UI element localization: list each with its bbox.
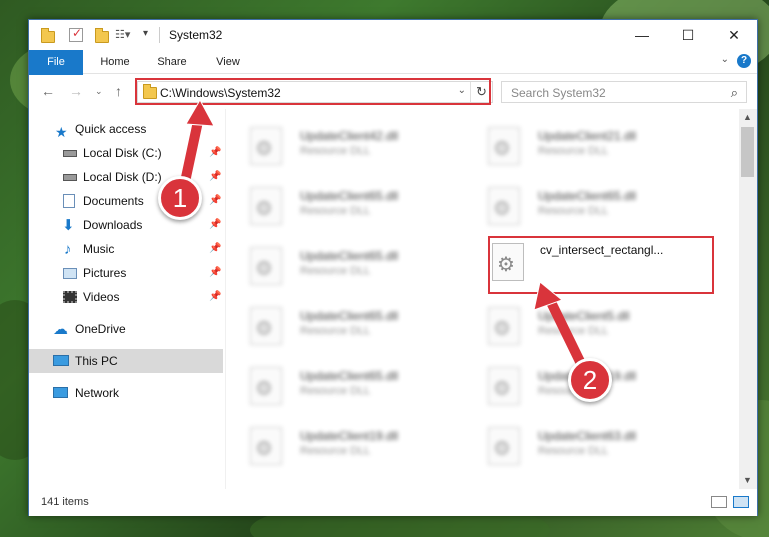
step-badge-2: 2: [568, 358, 612, 402]
step-badge-1: 1: [158, 176, 202, 220]
annotation-arrows: [177, 98, 593, 383]
arrow-1-head: [185, 98, 215, 127]
